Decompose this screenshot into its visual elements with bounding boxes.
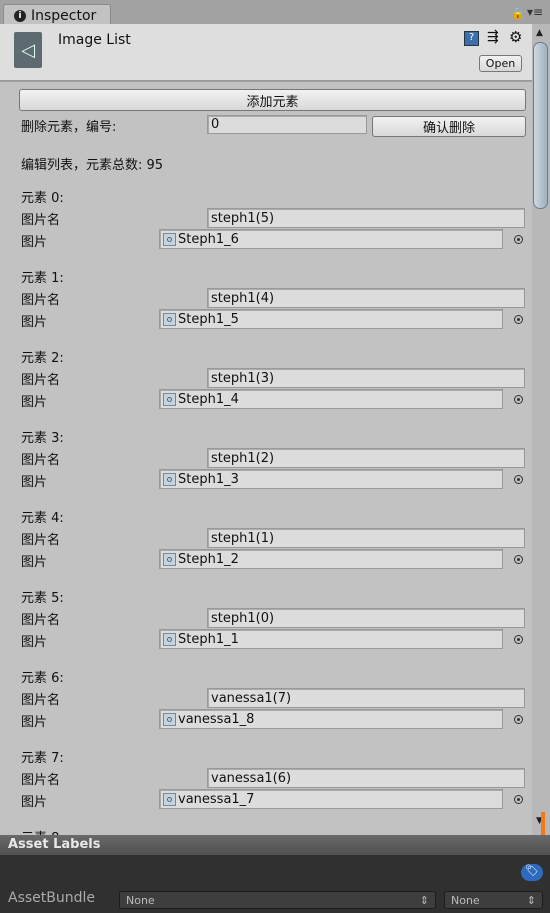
tab-inspector[interactable]: i Inspector <box>3 4 111 25</box>
delete-index-input[interactable]: 0 <box>207 115 367 134</box>
element-label: 元素 3: <box>21 431 64 446</box>
object-picker-icon[interactable] <box>514 395 523 404</box>
image-name-label: 图片名 <box>21 533 61 548</box>
sprite-icon <box>163 632 176 646</box>
image-name-input[interactable]: steph1(2) <box>207 448 525 468</box>
dropdown-arrows-icon: ⇕ <box>526 893 536 907</box>
asset-labels-header: Asset Labels <box>0 835 550 855</box>
assetbundle-dropdown[interactable]: None ⇕ <box>119 891 436 909</box>
image-name-label: 图片名 <box>21 373 61 388</box>
image-object-field[interactable]: Steph1_5 <box>159 309 503 329</box>
image-label: 图片 <box>21 635 48 650</box>
element-label: 元素 2: <box>21 351 64 366</box>
image-object-field[interactable]: vanessa1_8 <box>159 709 503 729</box>
image-value: vanessa1_7 <box>178 791 255 807</box>
variant-dropdown[interactable]: None ⇕ <box>444 891 543 909</box>
confirm-delete-button[interactable]: 确认删除 <box>372 116 526 137</box>
element-label: 元素 1: <box>21 271 64 286</box>
info-icon: i <box>14 9 26 22</box>
image-object-field[interactable]: Steph1_6 <box>159 229 503 249</box>
image-object-field[interactable]: Steph1_3 <box>159 469 503 489</box>
image-label: 图片 <box>21 235 48 250</box>
element-label: 元素 5: <box>21 591 64 606</box>
help-icon[interactable]: ? <box>464 31 479 46</box>
assetbundle-value: None <box>126 893 155 907</box>
image-value: Steph1_1 <box>178 631 239 647</box>
sprite-icon <box>163 712 176 726</box>
element-label: 元素 8: <box>21 827 64 835</box>
image-name-label: 图片名 <box>21 773 61 788</box>
image-name-label: 图片名 <box>21 453 61 468</box>
gear-icon[interactable]: ⚙ <box>509 28 522 46</box>
image-name-input[interactable]: steph1(0) <box>207 608 525 628</box>
element-label: 元素 7: <box>21 751 64 766</box>
object-picker-icon[interactable] <box>514 475 523 484</box>
object-picker-icon[interactable] <box>514 555 523 564</box>
image-label: 图片 <box>21 715 48 730</box>
sprite-icon <box>163 792 176 806</box>
image-value: vanessa1_8 <box>178 711 255 727</box>
sprite-icon <box>163 392 176 406</box>
object-picker-icon[interactable] <box>514 795 523 804</box>
sprite-icon <box>163 232 176 246</box>
image-name-label: 图片名 <box>21 613 61 628</box>
image-name-label: 图片名 <box>21 293 61 308</box>
add-element-button[interactable]: 添加元素 <box>19 89 526 111</box>
object-picker-icon[interactable] <box>514 315 523 324</box>
preset-icon[interactable]: ⇶ <box>487 29 499 45</box>
image-object-field[interactable]: vanessa1_7 <box>159 789 503 809</box>
object-title: Image List <box>58 32 131 48</box>
lock-icon[interactable]: 🔒 <box>511 7 525 20</box>
image-name-input[interactable]: steph1(1) <box>207 528 525 548</box>
tab-title: Inspector <box>31 7 97 24</box>
image-name-input[interactable]: vanessa1(6) <box>207 768 525 788</box>
image-value: Steph1_5 <box>178 311 239 327</box>
element-label: 元素 0: <box>21 191 64 206</box>
delete-label: 删除元素，编号: <box>21 120 117 135</box>
assetbundle-label: AssetBundle <box>8 890 96 906</box>
menu-icon[interactable]: ▾≡ <box>527 5 543 19</box>
dropdown-arrows-icon: ⇕ <box>419 893 429 907</box>
image-name-input[interactable]: steph1(3) <box>207 368 525 388</box>
image-label: 图片 <box>21 315 48 330</box>
image-label: 图片 <box>21 795 48 810</box>
image-value: Steph1_2 <box>178 551 239 567</box>
object-picker-icon[interactable] <box>514 235 523 244</box>
element-label: 元素 4: <box>21 511 64 526</box>
image-object-field[interactable]: Steph1_2 <box>159 549 503 569</box>
image-value: Steph1_6 <box>178 231 239 247</box>
image-name-input[interactable]: steph1(5) <box>207 208 525 228</box>
object-picker-icon[interactable] <box>514 715 523 724</box>
variant-value: None <box>451 893 480 907</box>
unity-script-icon: ◁ <box>14 32 42 68</box>
element-label: 元素 6: <box>21 671 64 686</box>
scroll-up-icon[interactable]: ▲ <box>536 28 543 38</box>
tag-icon[interactable]: 🏷 <box>521 864 543 881</box>
image-label: 图片 <box>21 475 48 490</box>
inspector-body: 添加元素 删除元素，编号: 0 确认删除 编辑列表，元素总数: 95 元素 0:… <box>0 82 532 835</box>
image-name-input[interactable]: steph1(4) <box>207 288 525 308</box>
sprite-icon <box>163 552 176 566</box>
image-label: 图片 <box>21 555 48 570</box>
element-count: 编辑列表，元素总数: 95 <box>21 158 164 173</box>
image-value: Steph1_3 <box>178 471 239 487</box>
sprite-icon <box>163 472 176 486</box>
image-label: 图片 <box>21 395 48 410</box>
image-object-field[interactable]: Steph1_1 <box>159 629 503 649</box>
image-name-label: 图片名 <box>21 213 61 228</box>
open-button[interactable]: Open <box>479 55 522 72</box>
image-name-input[interactable]: vanessa1(7) <box>207 688 525 708</box>
image-object-field[interactable]: Steph1_4 <box>159 389 503 409</box>
object-picker-icon[interactable] <box>514 635 523 644</box>
sprite-icon <box>163 312 176 326</box>
scrollbar-thumb[interactable] <box>533 42 548 209</box>
image-name-label: 图片名 <box>21 693 61 708</box>
image-value: Steph1_4 <box>178 391 239 407</box>
